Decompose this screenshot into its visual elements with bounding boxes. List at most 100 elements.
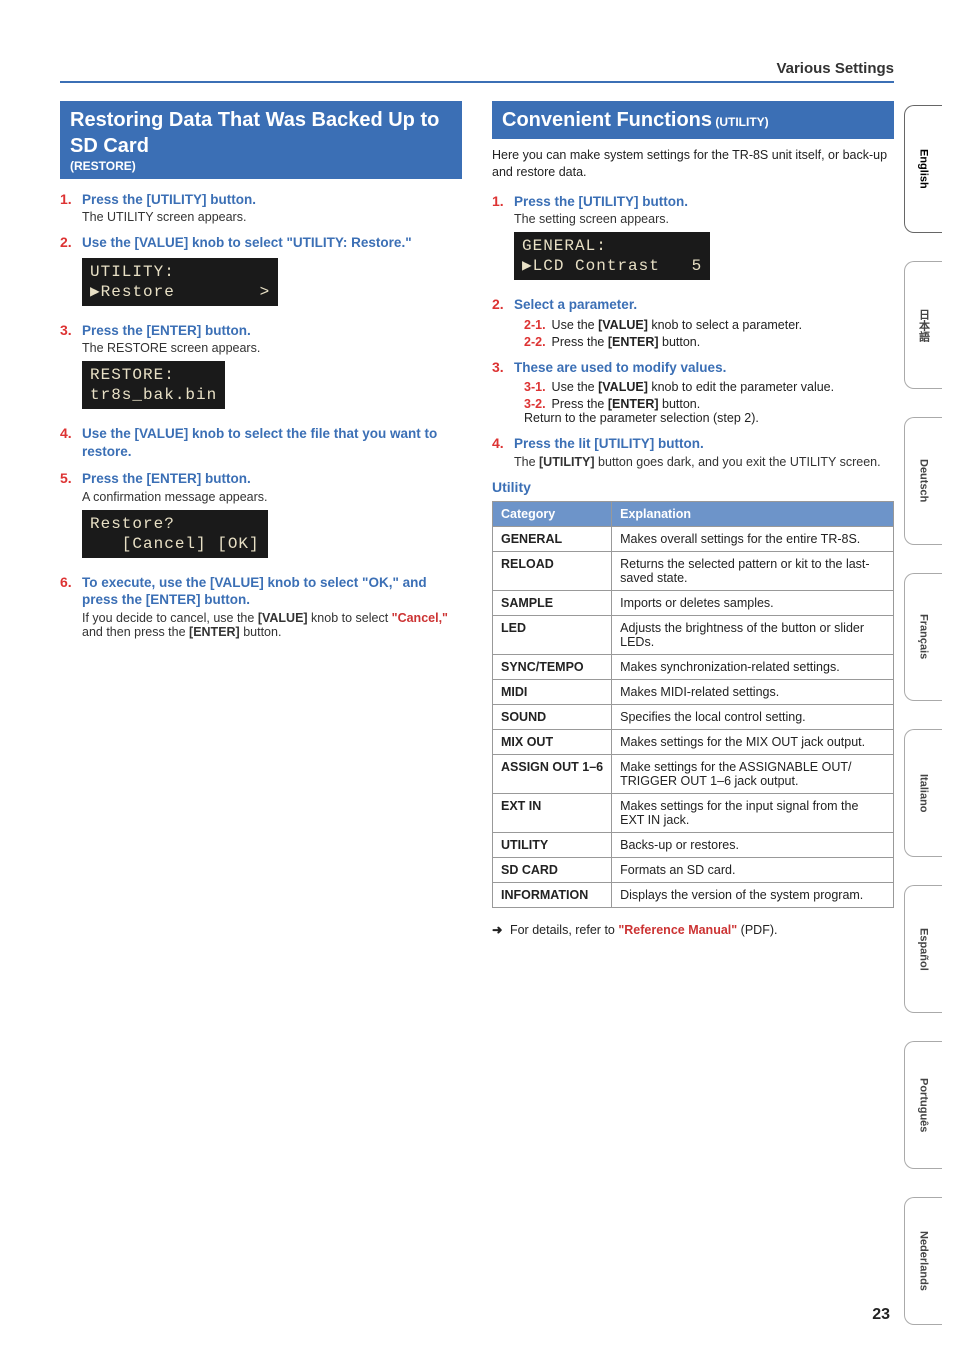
cell-explanation: Displays the version of the system progr… (612, 882, 894, 907)
language-label: Español (918, 928, 930, 971)
left-column: Restoring Data That Was Backed Up to SD … (60, 101, 462, 937)
step-head: These are used to modify values. (514, 359, 894, 377)
cell-category: MIDI (493, 679, 612, 704)
restore-title-big: Restoring Data That Was Backed Up to SD … (70, 107, 452, 159)
step-number: 3. (60, 322, 72, 338)
step-head: Press the [UTILITY] button. (514, 193, 894, 211)
language-tab[interactable]: English (904, 105, 942, 233)
step-head: Press the [UTILITY] button. (82, 191, 462, 209)
step-sub: The UTILITY screen appears. (82, 210, 462, 224)
cell-explanation: Backs-up or restores. (612, 832, 894, 857)
cell-category: RELOAD (493, 551, 612, 590)
convenient-title: Convenient Functions (UTILITY) (492, 101, 894, 139)
step-number: 1. (492, 193, 504, 209)
language-tab[interactable]: Español (904, 885, 942, 1013)
step: 4. Press the lit [UTILITY] button.The [U… (492, 435, 894, 469)
arrow-icon: ➜ (492, 923, 502, 937)
table-row: UTILITYBacks-up or restores. (493, 832, 894, 857)
sub-step: 3-2.Press the [ENTER] button.Return to t… (524, 397, 894, 425)
utility-label: Utility (492, 479, 894, 495)
cell-category: ASSIGN OUT 1–6 (493, 754, 612, 793)
language-tab[interactable]: Português (904, 1041, 942, 1169)
table-row: ASSIGN OUT 1–6Make settings for the ASSI… (493, 754, 894, 793)
step: 6. To execute, use the [VALUE] knob to s… (60, 574, 462, 639)
language-tab[interactable]: Français (904, 573, 942, 701)
sub-step-number: 2-1. (524, 318, 546, 332)
cell-explanation: Make settings for the ASSIGNABLE OUT/ TR… (612, 754, 894, 793)
convenient-intro: Here you can make system settings for th… (492, 147, 894, 181)
step-sub: If you decide to cancel, use the [VALUE]… (82, 611, 462, 639)
cell-category: EXT IN (493, 793, 612, 832)
convenient-title-small: (UTILITY) (712, 115, 769, 129)
table-row: MIDIMakes MIDI-related settings. (493, 679, 894, 704)
cell-explanation: Makes settings for the MIX OUT jack outp… (612, 729, 894, 754)
sub-step: 2-2.Press the [ENTER] button. (524, 335, 894, 349)
language-label: Deutsch (918, 459, 930, 502)
table-row: LEDAdjusts the brightness of the button … (493, 615, 894, 654)
cell-category: SOUND (493, 704, 612, 729)
lcd-display: RESTORE: tr8s_bak.bin (82, 361, 225, 409)
page-section-header: Various Settings (60, 60, 894, 83)
sub-step-number: 3-1. (524, 380, 546, 394)
cell-explanation: Makes settings for the input signal from… (612, 793, 894, 832)
step: 2. Use the [VALUE] knob to select "UTILI… (60, 234, 462, 312)
cell-category: MIX OUT (493, 729, 612, 754)
language-label: 日本語 (916, 309, 932, 342)
step-head: Press the [ENTER] button. (82, 322, 462, 340)
language-tab[interactable]: Italiano (904, 729, 942, 857)
step-sub: The setting screen appears. (514, 212, 894, 226)
language-label: Français (918, 614, 930, 659)
cell-explanation: Imports or deletes samples. (612, 590, 894, 615)
step: 1. Press the [UTILITY] button.The UTILIT… (60, 191, 462, 225)
cell-explanation: Makes synchronization-related settings. (612, 654, 894, 679)
step: 4. Use the [VALUE] knob to select the fi… (60, 425, 462, 460)
step-sub: A confirmation message appears. (82, 490, 462, 504)
step-head: To execute, use the [VALUE] knob to sele… (82, 574, 462, 609)
restore-steps: 1. Press the [UTILITY] button.The UTILIT… (60, 191, 462, 639)
table-row: MIX OUTMakes settings for the MIX OUT ja… (493, 729, 894, 754)
step-sub: The [UTILITY] button goes dark, and you … (514, 455, 894, 469)
page-number: 23 (872, 1306, 890, 1324)
lcd-display: Restore? [Cancel] [OK] (82, 510, 268, 558)
step: 2. Select a parameter.2-1.Use the [VALUE… (492, 296, 894, 349)
language-label: Italiano (918, 774, 930, 813)
step-head: Select a parameter. (514, 296, 894, 314)
table-row: SAMPLEImports or deletes samples. (493, 590, 894, 615)
step-number: 5. (60, 470, 72, 486)
language-tab[interactable]: Nederlands (904, 1197, 942, 1325)
cell-explanation: Returns the selected pattern or kit to t… (612, 551, 894, 590)
step-head: Use the [VALUE] knob to select "UTILITY:… (82, 234, 462, 252)
table-row: RELOADReturns the selected pattern or ki… (493, 551, 894, 590)
language-tab[interactable]: Deutsch (904, 417, 942, 545)
footnote-pre: For details, refer to (510, 923, 618, 937)
step-sub: The RESTORE screen appears. (82, 341, 462, 355)
step-number: 4. (60, 425, 72, 441)
sub-step: 3-1.Use the [VALUE] knob to edit the par… (524, 380, 894, 394)
convenient-steps: 1. Press the [UTILITY] button.The settin… (492, 193, 894, 469)
cell-category: SD CARD (493, 857, 612, 882)
footnote: ➜ For details, refer to "Reference Manua… (492, 922, 894, 937)
right-column: Convenient Functions (UTILITY) Here you … (492, 101, 894, 937)
restore-title: Restoring Data That Was Backed Up to SD … (60, 101, 462, 179)
lcd-display: UTILITY: ▶Restore > (82, 258, 278, 306)
table-row: SYNC/TEMPOMakes synchronization-related … (493, 654, 894, 679)
cell-category: SAMPLE (493, 590, 612, 615)
table-header-category: Category (493, 501, 612, 526)
footnote-ref: "Reference Manual" (618, 923, 737, 937)
table-row: EXT INMakes settings for the input signa… (493, 793, 894, 832)
step: 5. Press the [ENTER] button.A confirmati… (60, 470, 462, 564)
cell-category: GENERAL (493, 526, 612, 551)
language-sidebar: English 日本語 Deutsch Français Italiano Español… (904, 105, 942, 1325)
table-row: SOUNDSpecifies the local control setting… (493, 704, 894, 729)
step: 3. These are used to modify values. 3-1.U… (492, 359, 894, 426)
language-tab[interactable]: 日本語 (904, 261, 942, 389)
table-row: INFORMATIONDisplays the version of the s… (493, 882, 894, 907)
step: 3. Press the [ENTER] button.The RESTORE … (60, 322, 462, 416)
step-number: 3. (492, 359, 504, 375)
step-head: Press the lit [UTILITY] button. (514, 435, 894, 453)
step-number: 2. (60, 234, 72, 250)
footnote-post: (PDF). (737, 923, 777, 937)
cell-category: SYNC/TEMPO (493, 654, 612, 679)
convenient-title-big: Convenient Functions (502, 109, 712, 131)
cell-explanation: Formats an SD card. (612, 857, 894, 882)
